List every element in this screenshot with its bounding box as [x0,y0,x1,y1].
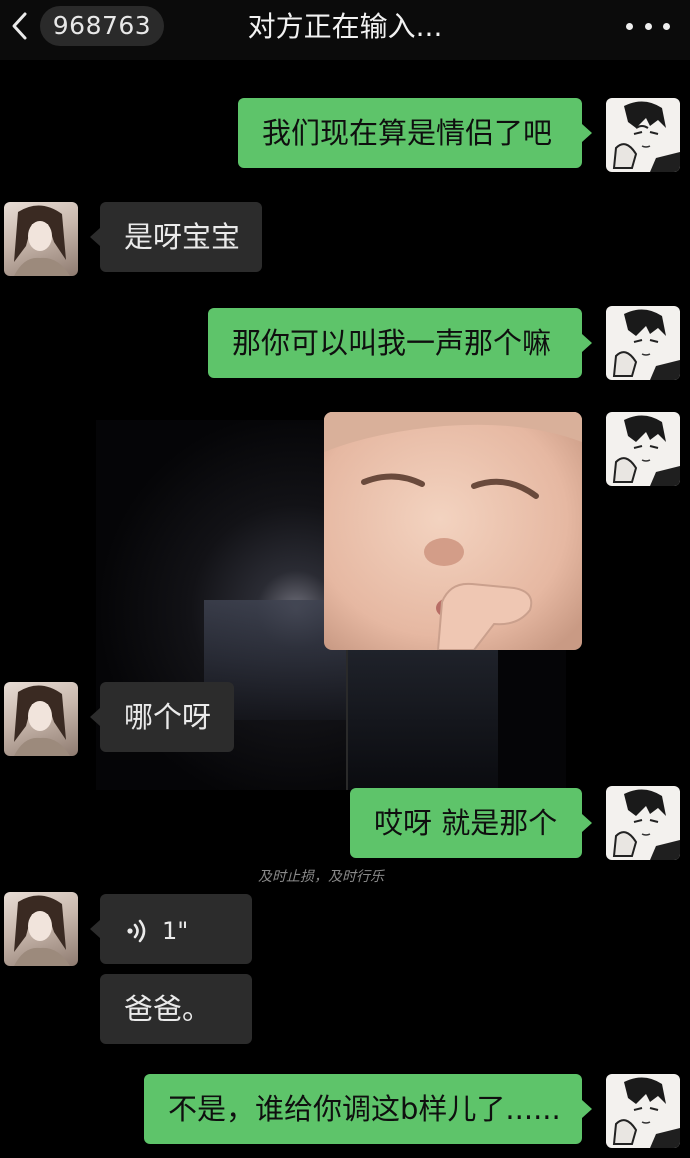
sketch-portrait-icon [612,101,680,172]
her-message-bubble[interactable]: 是呀宝宝 [90,202,262,272]
my-message-bubble[interactable]: 不是，谁给你调这b样儿了...... [144,1074,592,1144]
background-caption: 及时止损，及时行乐 [258,869,384,885]
ellipsis-icon [663,22,670,30]
her-message-bubble[interactable]: 爸爸。 [100,974,252,1044]
child-face-sticker[interactable] [324,412,582,650]
my-avatar[interactable] [606,306,680,380]
her-avatar[interactable] [4,892,78,966]
ellipsis-icon [626,22,633,30]
her-avatar[interactable] [4,202,78,276]
my-avatar[interactable] [606,786,680,860]
sketch-portrait-icon [612,1077,680,1148]
sketch-portrait-icon [612,309,680,380]
chevron-left-icon [12,12,27,40]
her-avatar[interactable] [4,682,78,756]
voice-wave-icon [127,919,146,943]
my-message-bubble[interactable]: 那你可以叫我一声那个嘛 [208,308,592,378]
my-message-bubble[interactable]: 我们现在算是情侣了吧 [238,98,592,168]
her-voice-message[interactable]: 1" [90,894,252,964]
my-message-bubble[interactable]: 哎呀 就是那个 [350,788,592,858]
more-button[interactable] [626,14,670,38]
girl-photo-icon [14,205,70,276]
girl-photo-icon [14,895,70,966]
my-avatar[interactable] [606,412,680,486]
sketch-portrait-icon [612,789,680,860]
chat-title: 对方正在输入... [247,10,443,43]
my-avatar[interactable] [606,1074,680,1148]
ellipsis-icon [644,22,652,30]
unread-count-badge[interactable]: 968763 [40,6,164,46]
back-button[interactable] [6,8,34,44]
top-bar: 968763 对方正在输入... [0,0,690,60]
my-avatar[interactable] [606,98,680,172]
voice-duration: 1" [162,917,189,945]
sketch-portrait-icon [612,415,680,486]
her-message-bubble[interactable]: 哪个呀 [90,682,234,752]
background-window [346,650,498,790]
girl-photo-icon [14,685,70,756]
